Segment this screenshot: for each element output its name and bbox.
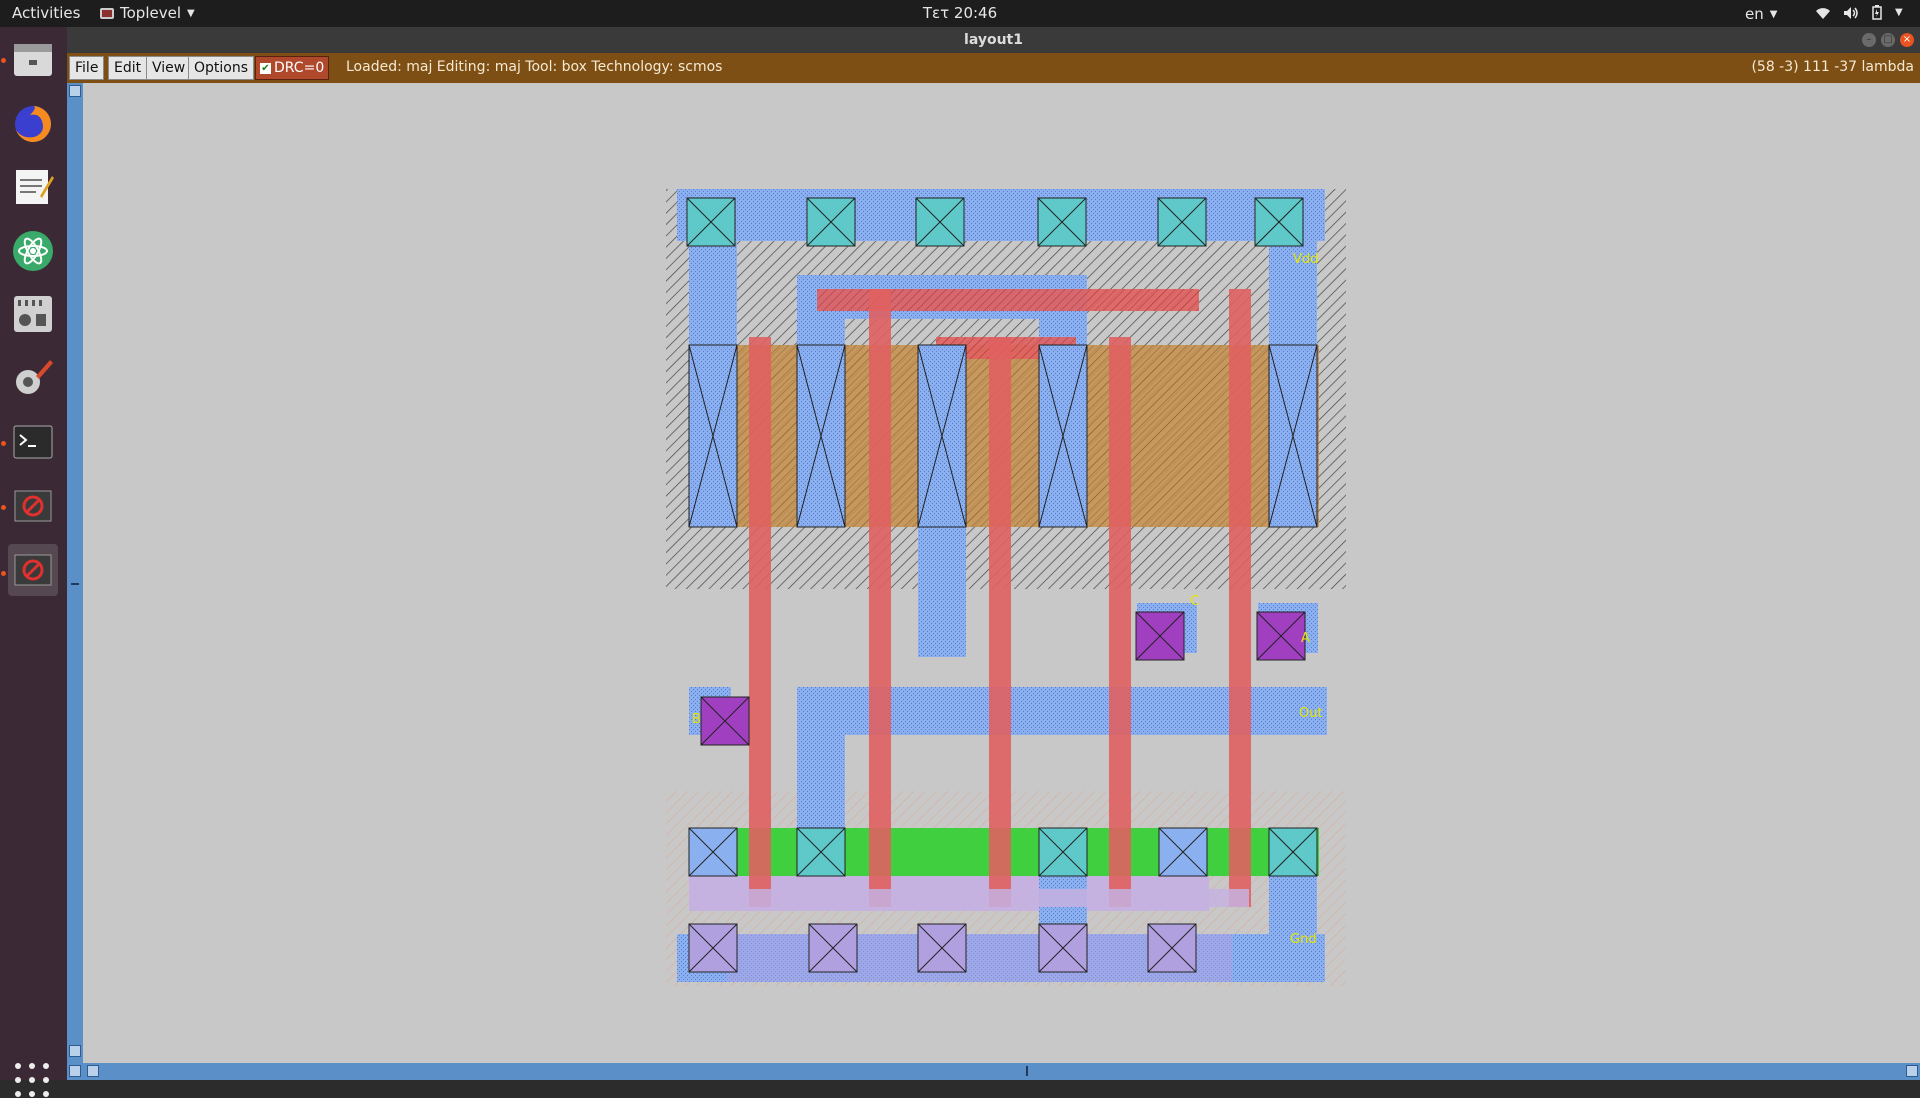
clock[interactable]: Τετ 20:46 xyxy=(923,4,997,22)
drc-label: DRC=0 xyxy=(274,60,325,76)
cursor-coordinates: (58 -3) 111 -37 lambda xyxy=(1751,59,1914,75)
atom-icon xyxy=(13,231,53,271)
file-menu-button[interactable]: File xyxy=(69,56,105,80)
title-bar[interactable]: layout1 – □ × xyxy=(67,27,1920,53)
poly-gate[interactable] xyxy=(1229,289,1251,907)
layout-drawing[interactable]: Vdd Gnd Out A B C xyxy=(83,83,1920,1063)
menu-bar: File Edit View Options ✔ DRC=0 Loaded: m… xyxy=(67,53,1920,83)
a-label: A xyxy=(1301,631,1310,646)
close-icon[interactable]: × xyxy=(1900,33,1914,47)
app-menu-label: Toplevel xyxy=(120,4,181,22)
poly-strip[interactable] xyxy=(749,889,1249,907)
dock-atom[interactable] xyxy=(8,225,58,277)
input-pad-a[interactable] xyxy=(1256,611,1306,661)
input-pad-c[interactable] xyxy=(1135,611,1185,661)
metal1-wire[interactable] xyxy=(689,241,737,347)
dock xyxy=(0,27,67,1097)
poly-gate[interactable] xyxy=(749,337,771,907)
scroll-left-button[interactable] xyxy=(69,1065,81,1077)
dock-files[interactable] xyxy=(8,33,58,85)
app-icon xyxy=(100,7,114,19)
terminal-icon xyxy=(13,425,53,459)
magic-icon xyxy=(14,490,52,522)
c-label: C xyxy=(1190,594,1199,609)
scroll-right-button[interactable] xyxy=(1906,1065,1918,1077)
running-indicator xyxy=(1,571,6,576)
metal1-wire[interactable] xyxy=(797,687,845,837)
options-menu-button[interactable]: Options xyxy=(188,56,255,80)
scroll-down-button[interactable] xyxy=(69,1045,81,1057)
window-title: layout1 xyxy=(964,32,1023,48)
running-indicator xyxy=(1,441,6,446)
language-menu[interactable]: en ▼ xyxy=(1745,5,1777,23)
edit-menu-button[interactable]: Edit xyxy=(108,56,148,80)
dock-terminal[interactable] xyxy=(8,416,58,468)
dock-text-editor[interactable] xyxy=(8,161,58,213)
scroll-thumb[interactable] xyxy=(71,583,79,585)
input-pad-b[interactable] xyxy=(700,696,750,746)
horizontal-scrollbar[interactable] xyxy=(67,1063,1920,1080)
out-label: Out xyxy=(1299,706,1323,721)
language-label: en xyxy=(1745,5,1764,23)
mixer-icon xyxy=(14,296,52,332)
top-bar: Activities Toplevel ▼ Τετ 20:46 en ▼ ▼ xyxy=(0,0,1920,27)
metal1-wire[interactable] xyxy=(1269,876,1317,936)
minimize-icon[interactable]: – xyxy=(1862,33,1876,47)
dock-settings[interactable] xyxy=(8,351,58,403)
poly-gate[interactable] xyxy=(989,337,1011,907)
metal1-wire[interactable] xyxy=(918,527,966,657)
chevron-down-icon: ▼ xyxy=(1895,7,1903,18)
scroll-left-end-button[interactable] xyxy=(87,1065,99,1077)
text-editor-icon xyxy=(16,170,54,204)
poly-gate[interactable] xyxy=(1109,337,1131,907)
chevron-down-icon: ▼ xyxy=(186,7,195,19)
activities-button[interactable]: Activities xyxy=(12,4,80,22)
poly-gate[interactable] xyxy=(869,289,891,907)
b-label: B xyxy=(692,712,701,727)
magic-window: layout1 – □ × File Edit View Options ✔ D… xyxy=(67,27,1920,1080)
battery-icon xyxy=(1872,5,1882,20)
maximize-icon[interactable]: □ xyxy=(1881,33,1895,47)
system-status-menu[interactable]: ▼ xyxy=(1815,5,1903,20)
chevron-down-icon: ▼ xyxy=(1769,8,1778,20)
scroll-thumb[interactable] xyxy=(1026,1066,1028,1076)
layout-canvas[interactable]: Vdd Gnd Out A B C xyxy=(83,83,1920,1063)
drc-toggle[interactable]: ✔ DRC=0 xyxy=(255,56,330,80)
show-applications-icon[interactable] xyxy=(14,1062,50,1098)
dock-mixer[interactable] xyxy=(8,287,58,339)
status-text: Loaded: maj Editing: maj Tool: box Techn… xyxy=(346,59,723,75)
view-menu-button[interactable]: View xyxy=(146,56,192,80)
magic-active-icon xyxy=(14,554,52,586)
app-menu[interactable]: Toplevel ▼ xyxy=(100,4,195,22)
gnd-label: Gnd xyxy=(1290,932,1317,947)
dock-magic-active[interactable] xyxy=(8,544,58,596)
vdd-label: Vdd xyxy=(1293,252,1318,267)
running-indicator xyxy=(1,58,6,63)
vdd-rail[interactable] xyxy=(677,189,1325,241)
dock-firefox[interactable] xyxy=(8,98,58,150)
wifi-icon xyxy=(1816,7,1830,19)
scroll-up-button[interactable] xyxy=(69,85,81,97)
volume-icon xyxy=(1844,6,1858,19)
checkbox-icon: ✔ xyxy=(260,62,271,74)
vertical-scrollbar[interactable] xyxy=(67,83,83,1063)
firefox-icon xyxy=(15,106,51,142)
running-indicator xyxy=(1,505,6,510)
dock-magic[interactable] xyxy=(8,480,58,532)
files-icon xyxy=(14,44,52,76)
settings-icon xyxy=(16,360,53,394)
